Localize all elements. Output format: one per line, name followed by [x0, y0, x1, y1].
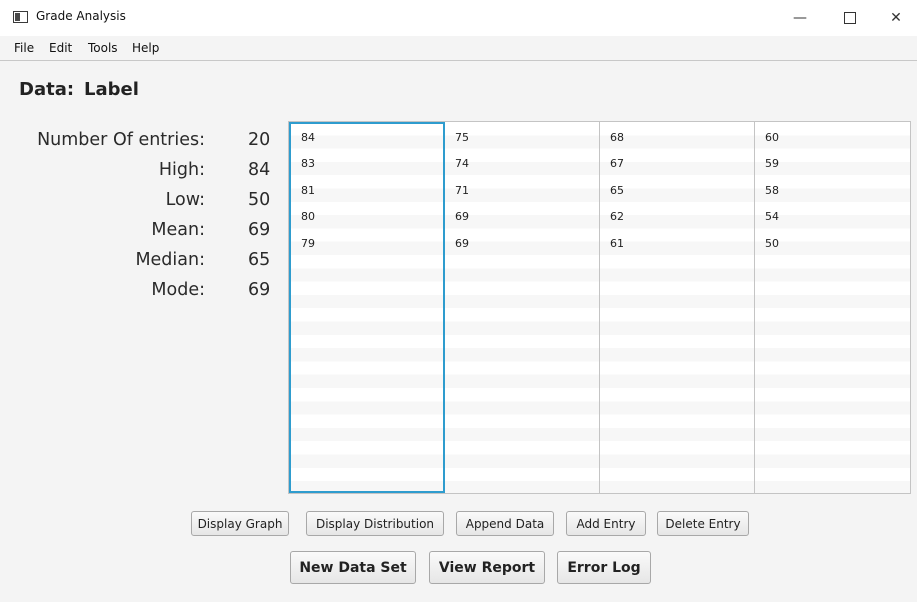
- data-heading-prefix: Data:: [19, 79, 75, 100]
- stat-label: Median:: [135, 250, 205, 270]
- data-heading: Data: Label: [19, 79, 139, 100]
- stat-row-median: Median: 65: [0, 250, 280, 276]
- stat-label: Mode:: [151, 280, 205, 300]
- stat-row-high: High: 84: [0, 160, 280, 186]
- menu-edit[interactable]: Edit: [49, 41, 72, 55]
- view-report-button[interactable]: View Report: [429, 551, 545, 584]
- grid-cell[interactable]: 80: [301, 210, 315, 223]
- minimize-icon: —: [793, 10, 807, 26]
- menu-help[interactable]: Help: [132, 41, 159, 55]
- maximize-icon: [844, 12, 856, 24]
- app-window-icon: [13, 11, 28, 23]
- close-icon: ✕: [890, 10, 902, 26]
- stat-value: 69: [248, 220, 271, 240]
- grid-cell[interactable]: 75: [455, 131, 469, 144]
- error-log-button[interactable]: Error Log: [557, 551, 651, 584]
- stat-row-entries: Number Of entries: 20: [0, 130, 280, 156]
- close-button[interactable]: ✕: [873, 0, 917, 36]
- grid-cell[interactable]: 62: [610, 210, 624, 223]
- stat-row-mean: Mean: 69: [0, 220, 280, 246]
- menu-file[interactable]: File: [14, 41, 34, 55]
- stat-value: 65: [248, 250, 271, 270]
- stat-value: 20: [248, 130, 271, 150]
- stat-row-mode: Mode: 69: [0, 280, 280, 306]
- stat-value: 84: [248, 160, 271, 180]
- grid-cell[interactable]: 50: [765, 237, 779, 250]
- title-bar: Grade Analysis — ✕: [0, 0, 917, 36]
- add-entry-button[interactable]: Add Entry: [566, 511, 646, 536]
- grid-cell[interactable]: 84: [301, 131, 315, 144]
- minimize-button[interactable]: —: [777, 0, 823, 36]
- stat-label: High:: [158, 160, 205, 180]
- display-distribution-button[interactable]: Display Distribution: [306, 511, 444, 536]
- data-heading-label: Label: [84, 79, 139, 100]
- grid-cell[interactable]: 59: [765, 157, 779, 170]
- stat-value: 69: [248, 280, 271, 300]
- grid-cell[interactable]: 67: [610, 157, 624, 170]
- grid-cell[interactable]: 69: [455, 210, 469, 223]
- append-data-button[interactable]: Append Data: [456, 511, 554, 536]
- grid-column-4[interactable]: 60 59 58 54 50: [755, 122, 910, 493]
- window-title: Grade Analysis: [36, 9, 126, 23]
- grid-cell[interactable]: 83: [301, 157, 315, 170]
- grid-cell[interactable]: 81: [301, 184, 315, 197]
- grid-column-2[interactable]: 75 74 71 69 69: [445, 122, 600, 493]
- delete-entry-button[interactable]: Delete Entry: [657, 511, 749, 536]
- grid-column-1[interactable]: 84 83 81 80 79: [289, 122, 445, 493]
- grid-cell[interactable]: 79: [301, 237, 315, 250]
- maximize-button[interactable]: [827, 0, 873, 36]
- grid-cell[interactable]: 60: [765, 131, 779, 144]
- stat-label: Number Of entries:: [37, 130, 205, 150]
- stat-label: Mean:: [151, 220, 205, 240]
- grid-cell[interactable]: 74: [455, 157, 469, 170]
- stat-label: Low:: [165, 190, 205, 210]
- grid-cell[interactable]: 58: [765, 184, 779, 197]
- menu-bar: File Edit Tools Help: [0, 36, 917, 61]
- grid-cell[interactable]: 69: [455, 237, 469, 250]
- stat-row-low: Low: 50: [0, 190, 280, 216]
- grid-cell[interactable]: 65: [610, 184, 624, 197]
- stat-value: 50: [248, 190, 271, 210]
- grid-cell[interactable]: 54: [765, 210, 779, 223]
- data-grid[interactable]: 84 83 81 80 79 75 74 71 69 69 68 67 65 6…: [288, 121, 911, 494]
- grid-cell[interactable]: 71: [455, 184, 469, 197]
- grid-cell[interactable]: 61: [610, 237, 624, 250]
- new-data-set-button[interactable]: New Data Set: [290, 551, 416, 584]
- display-graph-button[interactable]: Display Graph: [191, 511, 289, 536]
- menu-tools[interactable]: Tools: [88, 41, 118, 55]
- grid-cell[interactable]: 68: [610, 131, 624, 144]
- grid-column-3[interactable]: 68 67 65 62 61: [600, 122, 755, 493]
